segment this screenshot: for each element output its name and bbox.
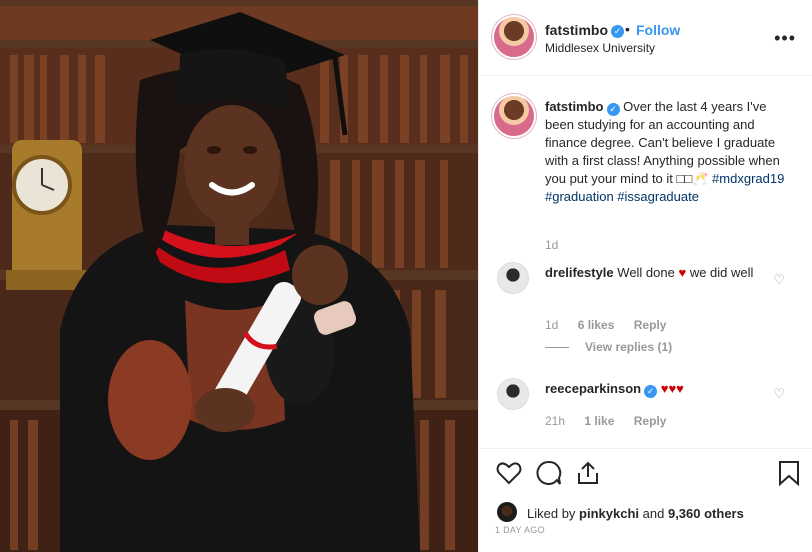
comment-time[interactable]: 21h bbox=[545, 414, 565, 428]
replies-divider bbox=[545, 347, 569, 349]
post-panel: fatstimbo ✓ • Follow Middlesex Universit… bbox=[478, 0, 812, 552]
ellipsis-icon[interactable]: ••• bbox=[774, 28, 796, 49]
caption-time[interactable]: 1d bbox=[545, 238, 558, 252]
liked-by-user[interactable]: pinkykchi bbox=[579, 506, 639, 521]
comment-body: reeceparkinson ✓ ♥♥♥ bbox=[545, 380, 765, 398]
caption-username[interactable]: fatstimbo bbox=[545, 99, 604, 114]
reply-button[interactable]: Reply bbox=[634, 318, 667, 332]
post-timestamp[interactable]: 1 DAY AGO bbox=[495, 525, 545, 535]
author-avatar[interactable] bbox=[494, 17, 534, 57]
post-location[interactable]: Middlesex University bbox=[545, 41, 655, 55]
caption-text: fatstimbo ✓ Over the last 4 years I've be… bbox=[545, 98, 795, 206]
bookmark-icon[interactable] bbox=[775, 459, 803, 487]
comment-likes[interactable]: 6 likes bbox=[578, 318, 615, 332]
comment-icon[interactable] bbox=[535, 459, 563, 487]
comment-text: we did well bbox=[689, 265, 754, 280]
action-bar: Liked by pinkykchi and 9,360 others 1 DA… bbox=[479, 448, 812, 552]
reply-button[interactable]: Reply bbox=[634, 414, 667, 428]
comment-heart-icon[interactable]: ♡ bbox=[773, 386, 785, 402]
heart-emoji: ♥♥♥ bbox=[660, 381, 684, 396]
commenter-username[interactable]: reeceparkinson bbox=[545, 381, 641, 396]
author-username[interactable]: fatstimbo bbox=[545, 22, 608, 38]
follow-button[interactable]: Follow bbox=[636, 22, 680, 38]
liked-by-summary: Liked by pinkykchi and 9,360 others bbox=[527, 506, 744, 521]
share-icon[interactable] bbox=[574, 459, 602, 487]
liked-by-conjunction: and bbox=[642, 506, 665, 521]
verified-badge-icon: ✓ bbox=[611, 25, 624, 38]
comment-meta: 21h 1 like Reply bbox=[545, 414, 682, 428]
post-photo[interactable] bbox=[0, 0, 478, 552]
view-replies-button[interactable]: View replies (1) bbox=[545, 340, 672, 354]
heart-emoji: ♥ bbox=[678, 265, 687, 280]
comment-time[interactable]: 1d bbox=[545, 318, 558, 332]
commenter-avatar[interactable] bbox=[497, 378, 529, 410]
comment-likes[interactable]: 1 like bbox=[584, 414, 614, 428]
caption-emoji: □□🥂 bbox=[676, 171, 709, 186]
hashtag-link[interactable]: #graduation bbox=[545, 189, 614, 204]
heart-icon[interactable] bbox=[495, 459, 523, 487]
commenter-username[interactable]: drelifestyle bbox=[545, 265, 614, 280]
comment-text: Well done bbox=[617, 265, 675, 280]
commenter-avatar[interactable] bbox=[497, 262, 529, 294]
comment-heart-icon[interactable]: ♡ bbox=[773, 272, 785, 288]
hashtag-link[interactable]: #mdxgrad19 bbox=[712, 171, 784, 186]
comment-body: drelifestyle Well done ♥ we did well bbox=[545, 264, 765, 282]
separator-dot: • bbox=[625, 21, 630, 37]
liker-avatar[interactable] bbox=[497, 502, 517, 522]
comment-meta: 1d 6 likes Reply bbox=[545, 318, 682, 332]
graduation-photo bbox=[0, 0, 478, 552]
liked-by-prefix: Liked by bbox=[527, 506, 576, 521]
liked-by-others[interactable]: 9,360 others bbox=[668, 506, 744, 521]
verified-badge-icon: ✓ bbox=[606, 103, 620, 116]
hashtag-link[interactable]: #issagraduate bbox=[617, 189, 699, 204]
view-replies-label: View replies (1) bbox=[585, 340, 673, 354]
caption-avatar[interactable] bbox=[494, 96, 534, 136]
post-header: fatstimbo ✓ • Follow Middlesex Universit… bbox=[479, 0, 812, 76]
verified-badge-icon: ✓ bbox=[644, 385, 658, 398]
